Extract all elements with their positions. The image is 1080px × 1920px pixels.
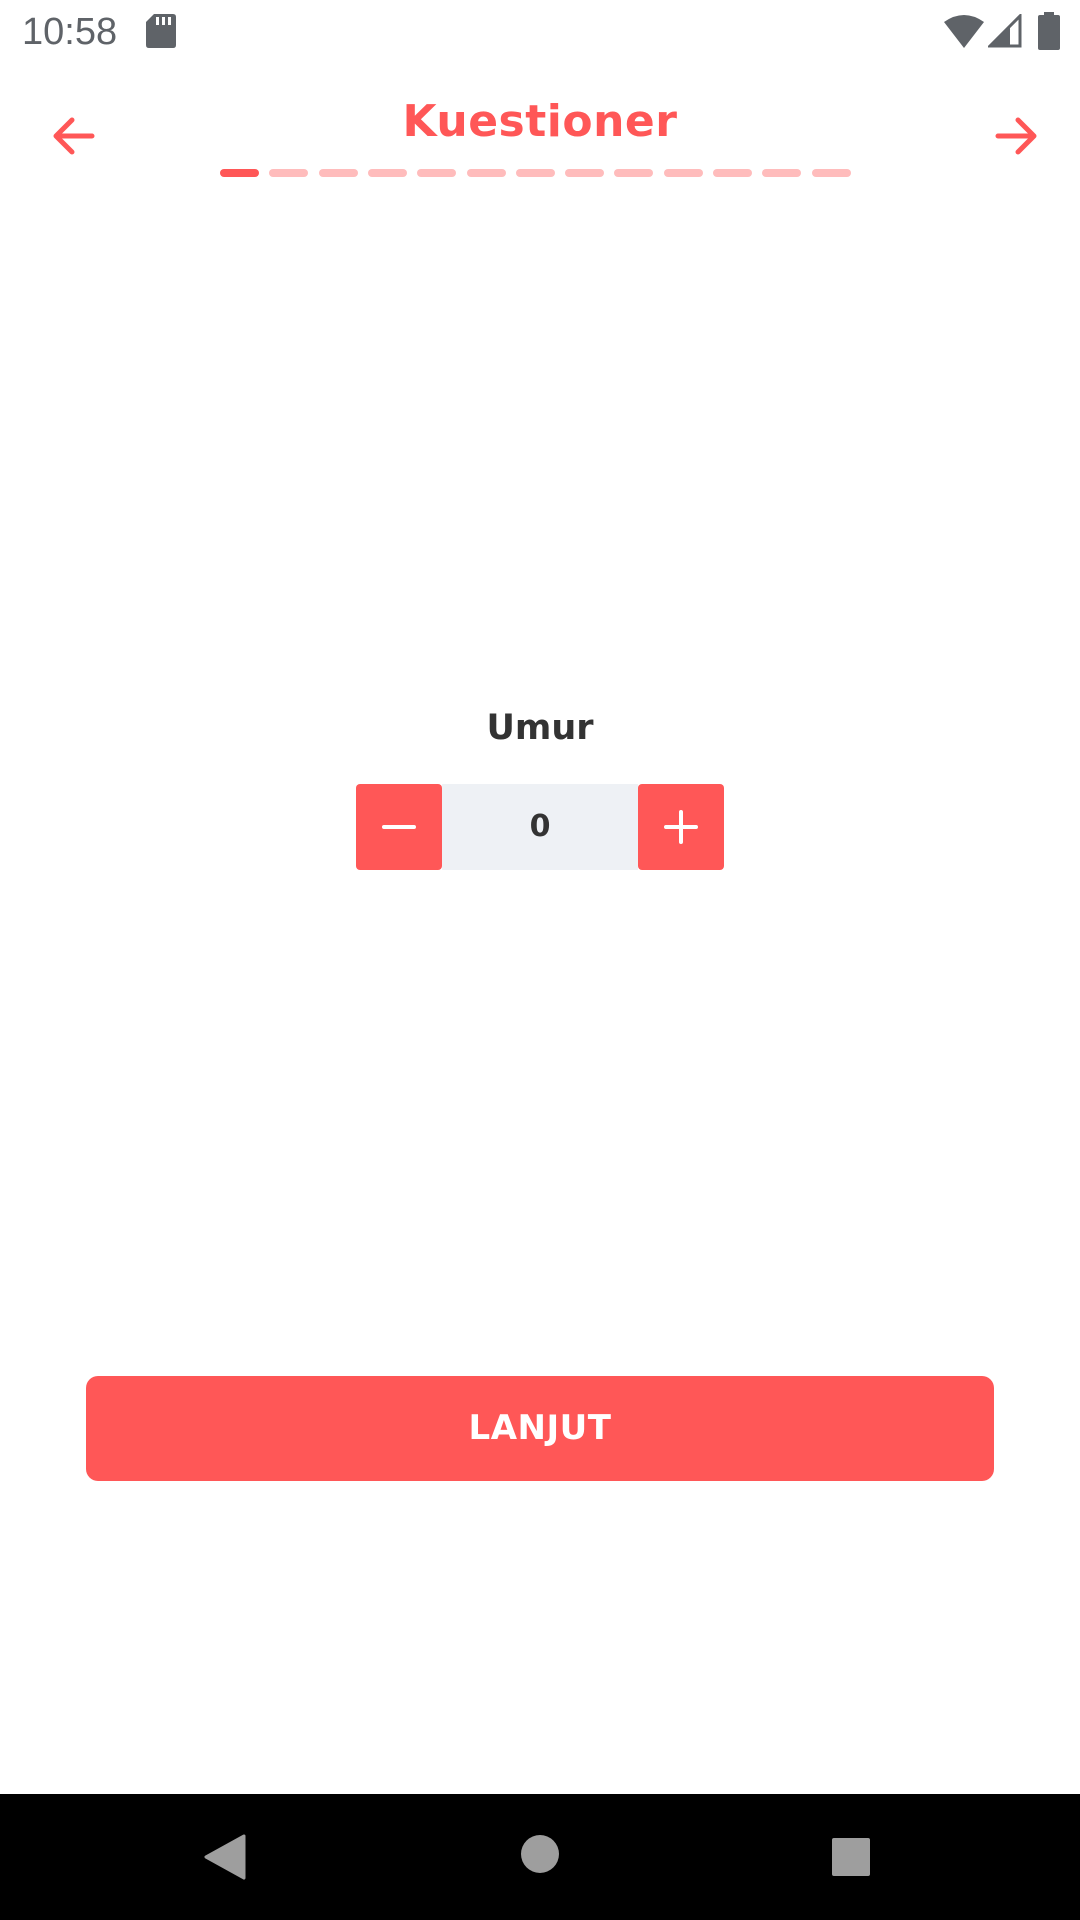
wifi-icon [944,15,984,48]
progress-step [812,169,851,177]
progress-step [467,169,506,177]
progress-step [713,169,752,177]
progress-step [565,169,604,177]
signal-icon [988,14,1022,48]
progress-step [516,169,555,177]
sd-card-icon [146,14,176,48]
status-bar: 10:58 [0,0,1080,62]
page-title: Kuestioner [402,96,678,147]
home-circle-icon[interactable] [520,1834,560,1874]
progress-step [664,169,703,177]
system-nav-bar [0,1794,1080,1920]
continue-button[interactable]: LANJUT [86,1376,994,1481]
back-triangle-icon[interactable] [204,1834,246,1880]
increment-button[interactable] [638,784,724,870]
status-time: 10:58 [22,11,118,53]
battery-icon [1038,12,1060,50]
age-label: Umur [486,708,594,748]
minus-icon [382,825,416,829]
age-input[interactable] [442,784,638,870]
arrow-right-icon[interactable] [988,108,1044,164]
recents-square-icon[interactable] [832,1838,870,1876]
decrement-button[interactable] [356,784,442,870]
progress-step-active [220,169,259,177]
progress-step [762,169,801,177]
progress-step [368,169,407,177]
progress-step [319,169,358,177]
plus-icon [664,810,698,844]
questionnaire-screen: 10:58 Kuestioner Umur 0 LANJUT [0,0,1080,1920]
progress-step [269,169,308,177]
progress-indicator [220,169,860,177]
progress-step [417,169,456,177]
progress-step [614,169,653,177]
age-stepper [356,784,724,870]
